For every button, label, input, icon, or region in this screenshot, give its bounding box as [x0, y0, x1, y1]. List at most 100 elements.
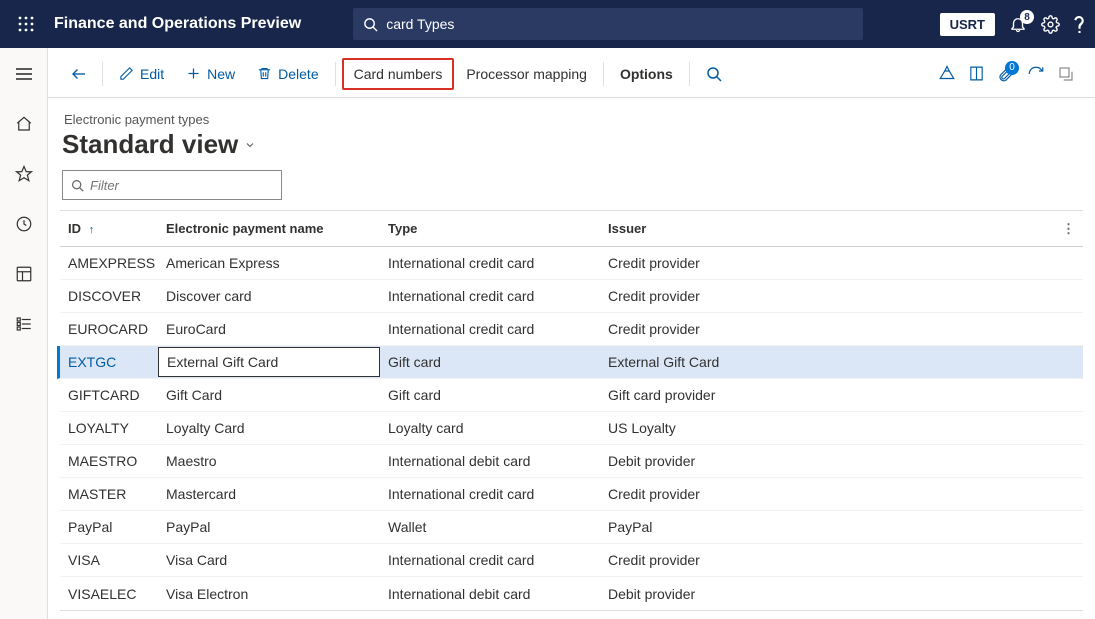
cell-id[interactable]: VISAELEC [60, 586, 158, 602]
nav-modules-button[interactable] [4, 308, 44, 340]
cell-name[interactable]: American Express [158, 255, 380, 271]
table-row[interactable]: EUROCARDEuroCardInternational credit car… [60, 313, 1083, 346]
edit-label: Edit [140, 66, 164, 82]
cell-issuer: US Loyalty [600, 420, 1083, 436]
sort-ascending-icon: ↑ [89, 224, 95, 236]
global-header: Finance and Operations Preview USRT 8 [0, 0, 1095, 48]
cell-name[interactable]: Gift Card [158, 387, 380, 403]
personalize-button[interactable] [938, 65, 956, 83]
attachments-button[interactable]: 0 [997, 65, 1015, 83]
cell-name[interactable]: External Gift Card [158, 347, 380, 377]
card-numbers-button[interactable]: Card numbers [342, 58, 455, 90]
cell-name[interactable]: Discover card [158, 288, 380, 304]
cell-issuer: Credit provider [600, 552, 1083, 568]
cell-type: International credit card [380, 486, 600, 502]
cell-type: International credit card [380, 552, 600, 568]
cell-name[interactable]: PayPal [158, 519, 380, 535]
delete-button[interactable]: Delete [247, 60, 328, 88]
edit-button[interactable]: Edit [109, 60, 174, 88]
cell-type: International debit card [380, 586, 600, 602]
cell-id[interactable]: DISCOVER [60, 288, 158, 304]
nav-recent-button[interactable] [4, 208, 44, 240]
cell-name[interactable]: EuroCard [158, 321, 380, 337]
cell-issuer: Credit provider [600, 288, 1083, 304]
grid-more-icon[interactable]: ⋮ [1062, 221, 1075, 237]
notifications-button[interactable]: 8 [1009, 15, 1027, 33]
data-grid: ID ↑ Electronic payment name Type Issuer… [60, 210, 1083, 611]
action-toolbar: Edit New Delete Card numbers Processor m… [48, 50, 1095, 98]
nav-workspaces-button[interactable] [4, 258, 44, 290]
refresh-button[interactable] [1027, 65, 1045, 83]
grid-filter-input[interactable] [90, 178, 273, 193]
grid-filter[interactable] [62, 170, 282, 200]
processor-mapping-button[interactable]: Processor mapping [456, 60, 597, 88]
cell-type: International credit card [380, 255, 600, 271]
table-row[interactable]: VISAVisa CardInternational credit cardCr… [60, 544, 1083, 577]
nav-favorites-button[interactable] [4, 158, 44, 190]
table-row[interactable]: DISCOVERDiscover cardInternational credi… [60, 280, 1083, 313]
delete-label: Delete [278, 66, 318, 82]
column-header-id[interactable]: ID ↑ [60, 221, 158, 236]
view-title[interactable]: Standard view [62, 129, 1083, 160]
table-row[interactable]: VISAELECVisa ElectronInternational debit… [60, 577, 1083, 610]
breadcrumb: Electronic payment types [64, 112, 1083, 127]
cell-issuer: Debit provider [600, 586, 1083, 602]
pencil-icon [119, 66, 134, 81]
settings-button[interactable] [1041, 15, 1060, 34]
table-row[interactable]: EXTGCExternal Gift CardGift cardExternal… [57, 346, 1083, 379]
nav-expand-button[interactable] [4, 58, 44, 90]
cell-type: International credit card [380, 321, 600, 337]
cell-id[interactable]: PayPal [60, 519, 158, 535]
column-header-name[interactable]: Electronic payment name [158, 221, 380, 236]
cell-name[interactable]: Maestro [158, 453, 380, 469]
table-row[interactable]: LOYALTYLoyalty CardLoyalty cardUS Loyalt… [60, 412, 1083, 445]
table-row[interactable]: GIFTCARDGift CardGift cardGift card prov… [60, 379, 1083, 412]
cell-type: Gift card [380, 354, 600, 370]
grid-header-row: ID ↑ Electronic payment name Type Issuer… [60, 211, 1083, 247]
cell-name[interactable]: Visa Card [158, 552, 380, 568]
cell-id[interactable]: VISA [60, 552, 158, 568]
cell-issuer: External Gift Card [600, 354, 1083, 370]
cell-id[interactable]: MAESTRO [60, 453, 158, 469]
new-button[interactable]: New [176, 60, 245, 88]
table-row[interactable]: MAESTROMaestroInternational debit cardDe… [60, 445, 1083, 478]
company-picker[interactable]: USRT [940, 13, 995, 36]
cell-type: International debit card [380, 453, 600, 469]
back-button[interactable] [62, 65, 96, 83]
cell-issuer: Credit provider [600, 255, 1083, 271]
cell-type: International credit card [380, 288, 600, 304]
cell-issuer: PayPal [600, 519, 1083, 535]
chevron-down-icon [244, 139, 256, 151]
processor-mapping-label: Processor mapping [466, 66, 587, 82]
table-row[interactable]: AMEXPRESSAmerican ExpressInternational c… [60, 247, 1083, 280]
cell-issuer: Debit provider [600, 453, 1083, 469]
app-launcher-icon[interactable] [10, 16, 42, 32]
table-row[interactable]: MASTERMastercardInternational credit car… [60, 478, 1083, 511]
options-label: Options [620, 66, 673, 82]
cell-name[interactable]: Loyalty Card [158, 420, 380, 436]
cell-issuer: Credit provider [600, 486, 1083, 502]
column-header-type[interactable]: Type [380, 221, 600, 236]
cell-id[interactable]: LOYALTY [60, 420, 158, 436]
cell-type: Wallet [380, 519, 600, 535]
cell-name[interactable]: Mastercard [158, 486, 380, 502]
cell-name[interactable]: Visa Electron [158, 586, 380, 602]
open-in-new-button[interactable] [968, 65, 985, 82]
help-button[interactable] [1074, 15, 1085, 34]
table-row[interactable]: PayPalPayPalWalletPayPal [60, 511, 1083, 544]
options-button[interactable]: Options [610, 60, 683, 88]
cell-id[interactable]: EUROCARD [60, 321, 158, 337]
global-search[interactable] [353, 8, 863, 40]
search-icon [363, 17, 378, 32]
cell-issuer: Credit provider [600, 321, 1083, 337]
cell-id[interactable]: EXTGC [60, 354, 158, 370]
cell-id[interactable]: GIFTCARD [60, 387, 158, 403]
global-search-input[interactable] [386, 16, 853, 32]
cell-id[interactable]: AMEXPRESS [60, 255, 158, 271]
plus-icon [186, 66, 201, 81]
nav-home-button[interactable] [4, 108, 44, 140]
page-search-button[interactable] [696, 60, 732, 88]
popout-button[interactable] [1057, 65, 1075, 83]
cell-id[interactable]: MASTER [60, 486, 158, 502]
column-header-issuer[interactable]: Issuer [600, 221, 1083, 236]
